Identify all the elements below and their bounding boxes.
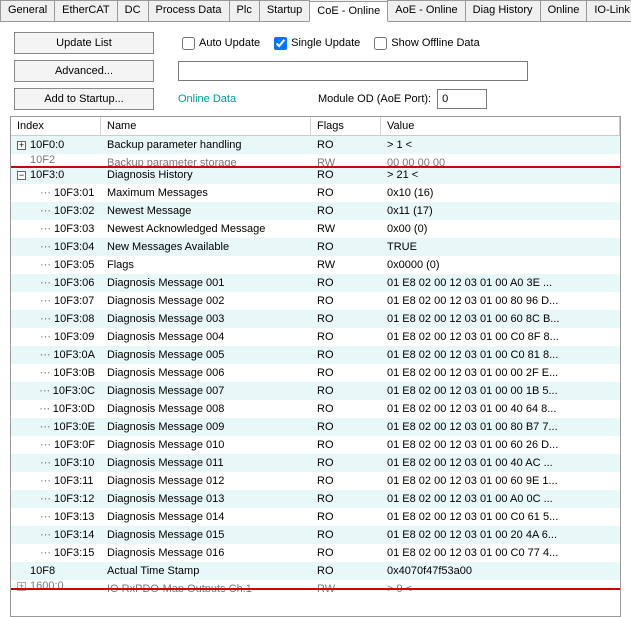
show-offline-checkbox[interactable]: Show Offline Data xyxy=(370,34,479,53)
table-row[interactable]: ⋯10F3:0CDiagnosis Message 007RO01 E8 02 … xyxy=(11,382,620,400)
tab-general[interactable]: General xyxy=(0,0,55,21)
table-row[interactable]: +10F0:0Backup parameter handlingRO> 1 < xyxy=(11,136,620,154)
table-row[interactable]: ⋯10F3:02Newest MessageRO0x11 (17) xyxy=(11,202,620,220)
table-row[interactable]: ⋯10F3:05FlagsRW0x0000 (0) xyxy=(11,256,620,274)
advanced-button[interactable]: Advanced... xyxy=(14,60,154,82)
tab-process-data[interactable]: Process Data xyxy=(148,0,230,21)
col-value[interactable]: Value xyxy=(381,117,620,135)
table-row[interactable]: ⋯10F3:09Diagnosis Message 004RO01 E8 02 … xyxy=(11,328,620,346)
module-od-input[interactable] xyxy=(437,89,487,109)
table-row[interactable]: ⋯10F3:03Newest Acknowledged MessageRW0x0… xyxy=(11,220,620,238)
update-list-button[interactable]: Update List xyxy=(14,32,154,54)
table-row[interactable]: ⋯10F3:15Diagnosis Message 016RO01 E8 02 … xyxy=(11,544,620,562)
auto-update-checkbox[interactable]: Auto Update xyxy=(178,34,260,53)
tab-coe-online[interactable]: CoE - Online xyxy=(309,1,388,22)
col-name[interactable]: Name xyxy=(101,117,311,135)
tab-plc[interactable]: Plc xyxy=(229,0,260,21)
tab-io-link[interactable]: IO-Link xyxy=(586,0,631,21)
tab-strip: GeneralEtherCATDCProcess DataPlcStartupC… xyxy=(0,0,631,22)
tab-ethercat[interactable]: EtherCAT xyxy=(54,0,117,21)
table-row[interactable]: −10F3:0Diagnosis HistoryRO> 21 < xyxy=(11,166,620,184)
table-row[interactable]: ⋯10F3:14Diagnosis Message 015RO01 E8 02 … xyxy=(11,526,620,544)
filter-input[interactable] xyxy=(178,61,528,81)
panel: Update List Auto Update Single Update Sh… xyxy=(0,22,631,110)
coe-grid: Index Name Flags Value +10F0:0Backup par… xyxy=(10,116,621,617)
online-data-label: Online Data xyxy=(178,93,278,105)
table-row[interactable]: ⋯10F3:06Diagnosis Message 001RO01 E8 02 … xyxy=(11,274,620,292)
table-row[interactable]: ⋯10F3:0FDiagnosis Message 010RO01 E8 02 … xyxy=(11,436,620,454)
tab-aoe-online[interactable]: AoE - Online xyxy=(387,0,465,21)
table-row[interactable]: ⋯10F3:11Diagnosis Message 012RO01 E8 02 … xyxy=(11,472,620,490)
table-row[interactable]: ⋯10F3:04New Messages AvailableROTRUE xyxy=(11,238,620,256)
table-row[interactable]: ⋯10F3:0EDiagnosis Message 009RO01 E8 02 … xyxy=(11,418,620,436)
tab-online[interactable]: Online xyxy=(540,0,588,21)
tab-diag-history[interactable]: Diag History xyxy=(465,0,541,21)
table-row[interactable]: 10F8Actual Time StampRO0x4070f47f53a00 xyxy=(11,562,620,580)
table-row[interactable]: ⋯10F3:0BDiagnosis Message 006RO01 E8 02 … xyxy=(11,364,620,382)
tab-dc[interactable]: DC xyxy=(117,0,149,21)
col-index[interactable]: Index xyxy=(11,117,101,135)
table-row[interactable]: ⋯10F3:12Diagnosis Message 013RO01 E8 02 … xyxy=(11,490,620,508)
table-row[interactable]: ⋯10F3:0DDiagnosis Message 008RO01 E8 02 … xyxy=(11,400,620,418)
tab-startup[interactable]: Startup xyxy=(259,0,310,21)
table-row[interactable]: ⋯10F3:07Diagnosis Message 002RO01 E8 02 … xyxy=(11,292,620,310)
table-row[interactable]: ⋯10F3:01Maximum MessagesRO0x10 (16) xyxy=(11,184,620,202)
expand-icon[interactable]: − xyxy=(17,171,26,180)
table-row[interactable]: ⋯10F3:0ADiagnosis Message 005RO01 E8 02 … xyxy=(11,346,620,364)
table-row[interactable]: ⋯10F3:08Diagnosis Message 003RO01 E8 02 … xyxy=(11,310,620,328)
table-row[interactable]: +1600:0IO RxPDO-Map Outputs Ch.1RW> 9 < xyxy=(11,580,620,592)
expand-icon[interactable]: + xyxy=(17,582,26,591)
module-od-label: Module OD (AoE Port): xyxy=(318,93,431,105)
single-update-checkbox[interactable]: Single Update xyxy=(270,34,360,53)
grid-body[interactable]: +10F0:0Backup parameter handlingRO> 1 <1… xyxy=(11,136,620,616)
table-row[interactable]: ⋯10F3:13Diagnosis Message 014RO01 E8 02 … xyxy=(11,508,620,526)
grid-header: Index Name Flags Value xyxy=(11,117,620,136)
col-flags[interactable]: Flags xyxy=(311,117,381,135)
expand-icon[interactable]: + xyxy=(17,141,26,150)
table-row[interactable]: ⋯10F3:10Diagnosis Message 011RO01 E8 02 … xyxy=(11,454,620,472)
table-row[interactable]: 10F2Backup parameter storageRW00 00 00 0… xyxy=(11,154,620,166)
add-to-startup-button[interactable]: Add to Startup... xyxy=(14,88,154,110)
